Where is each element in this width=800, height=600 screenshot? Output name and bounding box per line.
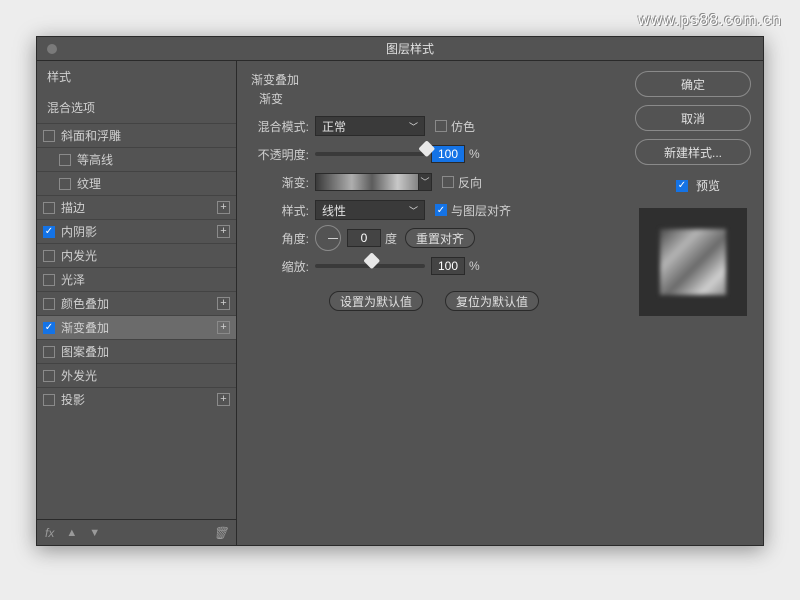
trash-icon[interactable]: 🗑	[213, 526, 228, 540]
style-item[interactable]: 描边 +	[37, 195, 236, 219]
style-item-label: 斜面和浮雕	[61, 127, 121, 144]
scale-unit: %	[469, 259, 480, 273]
sidebar-heading-blend-options[interactable]: 混合选项	[37, 92, 236, 123]
style-item[interactable]: ✓ 渐变叠加 +	[37, 315, 236, 339]
style-checkbox[interactable]: ✓	[43, 322, 55, 334]
style-checkbox[interactable]	[59, 154, 71, 166]
style-item[interactable]: 外发光	[37, 363, 236, 387]
opacity-input[interactable]: 100	[431, 145, 465, 163]
add-effect-icon[interactable]: +	[217, 321, 230, 334]
scale-input[interactable]: 100	[431, 257, 465, 275]
right-panel: 确定 取消 新建样式... ✓ 预览	[623, 61, 763, 545]
sidebar-footer: fx ▲ ▼ 🗑	[37, 519, 236, 545]
style-item[interactable]: 斜面和浮雕	[37, 123, 236, 147]
add-effect-icon[interactable]: +	[217, 297, 230, 310]
style-item-label: 描边	[61, 199, 85, 216]
cancel-button[interactable]: 取消	[635, 105, 751, 131]
reverse-label: 反向	[458, 174, 482, 191]
add-effect-icon[interactable]: +	[217, 393, 230, 406]
gradient-label: 渐变:	[251, 174, 309, 191]
chevron-down-icon: ﹀	[409, 204, 418, 217]
align-checkbox[interactable]: ✓	[435, 204, 447, 216]
style-checkbox[interactable]	[43, 274, 55, 286]
opacity-unit: %	[469, 147, 480, 161]
style-item[interactable]: ✓ 内阴影 +	[37, 219, 236, 243]
style-item-label: 图案叠加	[61, 343, 109, 360]
reset-default-button[interactable]: 复位为默认值	[445, 291, 539, 311]
angle-dial[interactable]	[315, 225, 341, 251]
fx-menu[interactable]: fx	[45, 526, 54, 540]
styles-sidebar: 样式 混合选项 斜面和浮雕等高线纹理描边 + ✓ 内阴影 + 内发光光泽颜色叠加 + ✓ 渐变叠…	[37, 61, 237, 545]
style-item-label: 渐变叠加	[61, 319, 109, 336]
new-style-button[interactable]: 新建样式...	[635, 139, 751, 165]
style-item-label: 颜色叠加	[61, 295, 109, 312]
style-item-label: 投影	[61, 391, 85, 408]
add-effect-icon[interactable]: +	[217, 201, 230, 214]
style-item[interactable]: 图案叠加	[37, 339, 236, 363]
angle-unit: 度	[385, 230, 397, 247]
preview-box	[639, 208, 747, 316]
panel-subtitle: 渐变	[259, 90, 609, 107]
style-item-label: 外发光	[61, 367, 97, 384]
angle-input[interactable]: 0	[347, 229, 381, 247]
style-item[interactable]: 内发光	[37, 243, 236, 267]
gradient-dropdown[interactable]: ﹀	[418, 173, 432, 191]
style-checkbox[interactable]	[59, 178, 71, 190]
style-checkbox[interactable]: ✓	[43, 226, 55, 238]
dither-checkbox[interactable]	[435, 120, 447, 132]
style-checkbox[interactable]	[43, 298, 55, 310]
chevron-down-icon: ﹀	[409, 120, 418, 133]
style-checkbox[interactable]	[43, 250, 55, 262]
style-item[interactable]: 光泽	[37, 267, 236, 291]
style-item-label: 光泽	[61, 271, 85, 288]
settings-panel: 渐变叠加 渐变 混合模式: 正常 ﹀ 仿色 不透明度: 100 % 渐变:	[237, 61, 623, 545]
style-checkbox[interactable]	[43, 370, 55, 382]
preview-checkbox[interactable]: ✓	[676, 180, 688, 192]
style-checkbox[interactable]	[43, 394, 55, 406]
style-item-label: 纹理	[77, 175, 101, 192]
move-down-icon[interactable]: ▼	[89, 527, 100, 539]
preview-thumbnail	[660, 229, 726, 295]
gradient-swatch[interactable]	[315, 173, 419, 191]
reset-align-button[interactable]: 重置对齐	[405, 228, 475, 248]
titlebar: 图层样式	[37, 37, 763, 61]
style-select[interactable]: 线性 ﹀	[315, 200, 425, 220]
layer-style-dialog: 图层样式 样式 混合选项 斜面和浮雕等高线纹理描边 + ✓ 内阴影 + 内发光光泽颜色叠加…	[36, 36, 764, 546]
ok-button[interactable]: 确定	[635, 71, 751, 97]
style-item[interactable]: 等高线	[37, 147, 236, 171]
style-list: 斜面和浮雕等高线纹理描边 + ✓ 内阴影 + 内发光光泽颜色叠加 + ✓ 渐变叠加 + 图案叠加外发…	[37, 123, 236, 519]
style-item-label: 内发光	[61, 247, 97, 264]
scale-slider[interactable]	[315, 264, 425, 268]
panel-title: 渐变叠加	[251, 71, 609, 88]
close-button[interactable]	[47, 44, 57, 54]
blend-mode-label: 混合模式:	[251, 118, 309, 135]
angle-label: 角度:	[251, 230, 309, 247]
style-item-label: 等高线	[77, 151, 113, 168]
style-item-label: 内阴影	[61, 223, 97, 240]
style-item[interactable]: 颜色叠加 +	[37, 291, 236, 315]
style-item[interactable]: 投影 +	[37, 387, 236, 411]
style-checkbox[interactable]	[43, 346, 55, 358]
blend-mode-value: 正常	[322, 118, 346, 135]
dither-label: 仿色	[451, 118, 475, 135]
scale-label: 缩放:	[251, 258, 309, 275]
style-label: 样式:	[251, 202, 309, 219]
move-up-icon[interactable]: ▲	[66, 527, 77, 539]
opacity-slider[interactable]	[315, 152, 425, 156]
reverse-checkbox[interactable]	[442, 176, 454, 188]
dialog-title: 图层样式	[57, 40, 763, 57]
blend-mode-select[interactable]: 正常 ﹀	[315, 116, 425, 136]
style-checkbox[interactable]	[43, 202, 55, 214]
align-label: 与图层对齐	[451, 202, 511, 219]
sidebar-heading-styles[interactable]: 样式	[37, 61, 236, 92]
style-item[interactable]: 纹理	[37, 171, 236, 195]
preview-label: 预览	[696, 177, 720, 194]
style-checkbox[interactable]	[43, 130, 55, 142]
add-effect-icon[interactable]: +	[217, 225, 230, 238]
opacity-label: 不透明度:	[251, 146, 309, 163]
style-value: 线性	[322, 202, 346, 219]
watermark-text: www.ps88.com.cn	[638, 12, 782, 30]
make-default-button[interactable]: 设置为默认值	[329, 291, 423, 311]
